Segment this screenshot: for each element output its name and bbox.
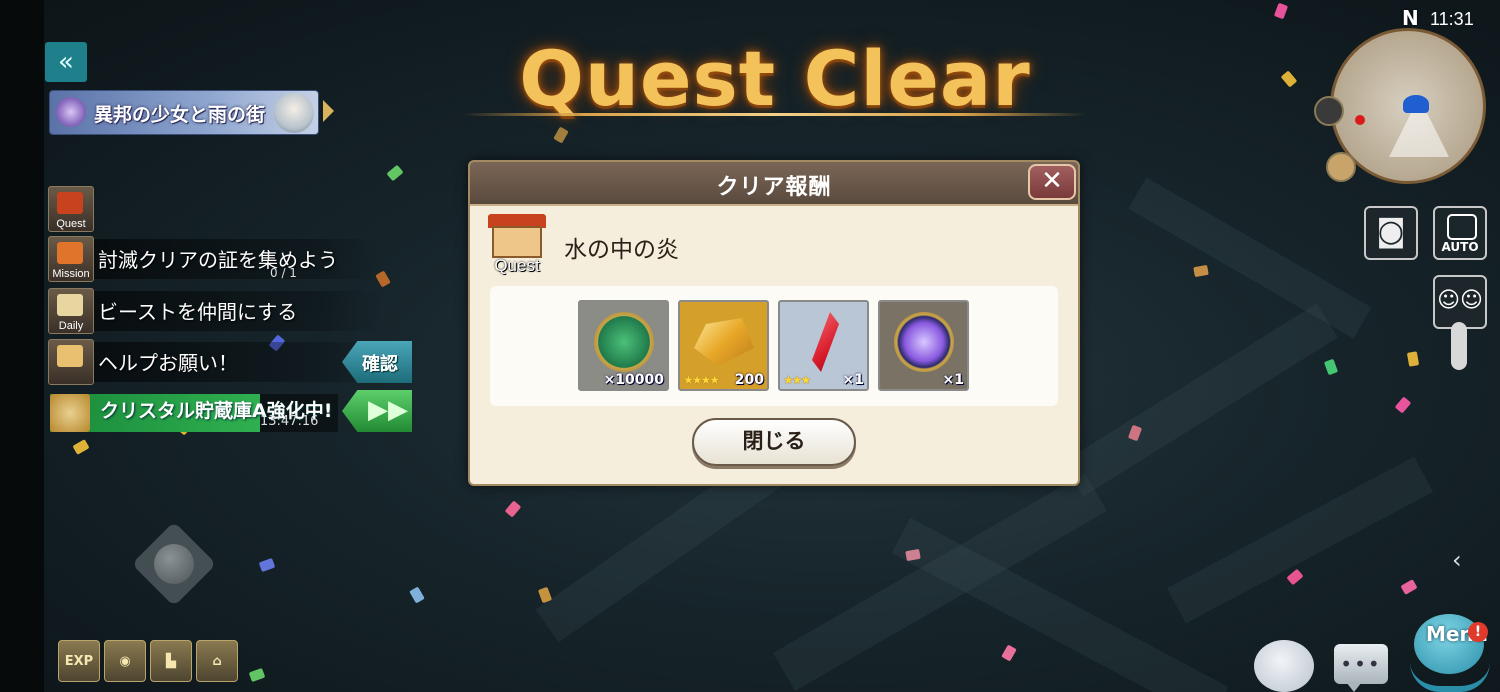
reward-item[interactable]: ★★★★ 200 — [678, 300, 769, 391]
title-underline — [462, 113, 1086, 116]
character-portrait — [274, 93, 314, 133]
reward-item[interactable]: ×1 — [878, 300, 969, 391]
player-marker-icon — [1403, 95, 1429, 113]
quest-name: 水の中の炎 — [564, 237, 679, 263]
screen-left-bezel — [0, 0, 44, 692]
hud-row-help[interactable]: ヘルプお願い！ — [48, 339, 382, 385]
clear-reward-dialog: クリア報酬 ✕ Quest 水の中の炎 ×10000 ★★★★ 200 ★★★ … — [468, 160, 1080, 486]
dialog-header: クリア報酬 — [470, 162, 1078, 206]
virtual-joystick[interactable] — [130, 520, 218, 608]
green-medal-icon — [594, 312, 654, 372]
chat-icon: ••• — [1340, 652, 1382, 676]
mascot-button[interactable] — [1254, 640, 1314, 692]
party-button[interactable]: ☺☺ — [1433, 275, 1487, 329]
reward-list: ×10000 ★★★★ 200 ★★★ ×1 ×1 — [578, 300, 969, 391]
area-banner[interactable]: 異邦の少女と雨の街 — [49, 90, 319, 135]
double-chevron-left-icon: « — [58, 47, 74, 77]
dialog-title: クリア報酬 — [716, 175, 832, 200]
joystick-knob[interactable] — [154, 544, 194, 584]
menu-button[interactable]: Menu ! — [1404, 610, 1498, 692]
red-crystal-icon — [812, 312, 839, 372]
reward-item[interactable]: ×10000 — [578, 300, 669, 391]
hud-row-daily[interactable]: Daily ビーストを仲間にする — [48, 288, 382, 334]
mission-text: 討滅クリアの証を集めよう — [98, 248, 338, 272]
quest-icon: Quest — [48, 186, 94, 232]
close-button[interactable]: 閉じる — [692, 418, 856, 466]
auto-icon — [1447, 214, 1477, 240]
crystal-storage-status[interactable]: クリスタル貯蔵庫A強化中! 13:47:16 — [48, 392, 340, 434]
map-layer-icon[interactable] — [1314, 96, 1344, 126]
fast-forward-button[interactable]: ▶▶ — [342, 390, 412, 432]
cage-icon[interactable]: ⌂ — [196, 640, 238, 682]
gold-bars-icon — [694, 318, 754, 366]
auto-button[interactable]: AUTO — [1433, 206, 1487, 260]
notification-badge: ! — [1468, 622, 1488, 642]
mission-icon: Mission — [48, 236, 94, 282]
chevron-left-icon[interactable]: ‹ — [1452, 546, 1462, 574]
hud-row-mission[interactable]: Mission 討滅クリアの証を集めよう 0 / 1 — [48, 236, 382, 282]
compass-north: N — [1402, 6, 1419, 30]
chat-button[interactable]: ••• — [1334, 644, 1388, 692]
purple-gem-emblem-icon — [894, 312, 954, 372]
reward-panel: ×10000 ★★★★ 200 ★★★ ×1 ×1 — [490, 286, 1058, 406]
boot-icon[interactable]: ▙ — [150, 640, 192, 682]
shield-icon[interactable]: ◉ — [104, 640, 146, 682]
camera-button[interactable]: ◙ — [1364, 206, 1418, 260]
exp-icon[interactable]: EXP — [58, 640, 100, 682]
bottom-left-toolbar: EXP ◉ ▙ ⌂ — [58, 640, 238, 682]
mission-progress: 0 / 1 — [270, 266, 297, 280]
hud-row-quest[interactable]: Quest — [48, 186, 338, 232]
handshake-icon — [48, 339, 94, 385]
clock: 11:31 — [1430, 9, 1474, 29]
fast-forward-icon: ▶▶ — [368, 395, 408, 425]
storehouse-icon — [50, 394, 90, 432]
crystal-timer: 13:47:16 — [260, 414, 319, 429]
daily-icon: Daily — [48, 288, 94, 334]
quest-clear-title: Quest Clear — [519, 34, 1031, 123]
reward-item[interactable]: ★★★ ×1 — [778, 300, 869, 391]
target-marker-icon — [1355, 115, 1365, 125]
collapse-hud-button[interactable]: « — [45, 42, 87, 82]
help-text: ヘルプお願い！ — [98, 351, 238, 375]
daily-text: ビーストを仲間にする — [98, 300, 298, 324]
confirm-button[interactable]: 確認 — [342, 341, 412, 383]
party-icon: ☺☺ — [1437, 288, 1483, 313]
area-name: 異邦の少女と雨の街 — [94, 104, 266, 126]
close-icon[interactable]: ✕ — [1028, 164, 1076, 200]
camera-icon: ◙ — [1376, 214, 1406, 249]
quest-building-icon: Quest — [486, 214, 548, 276]
chevron-right-icon[interactable] — [323, 100, 334, 122]
scrollbar[interactable] — [1451, 322, 1467, 370]
pet-face-icon[interactable] — [1326, 152, 1356, 182]
flower-emblem-icon — [56, 97, 86, 127]
